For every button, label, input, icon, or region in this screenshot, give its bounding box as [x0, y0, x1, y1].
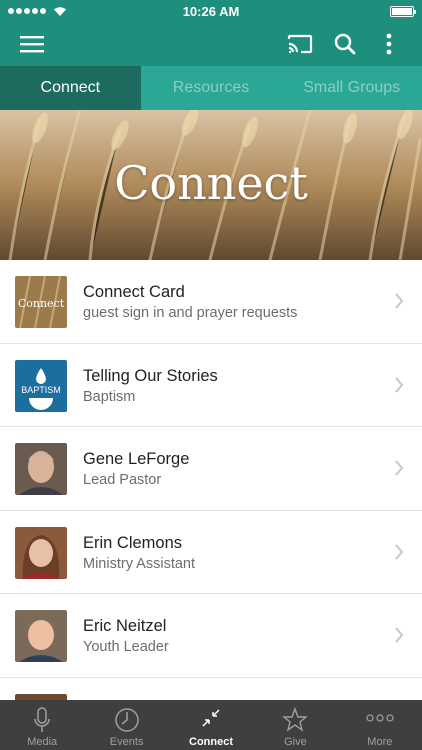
hamburger-menu-icon[interactable] [20, 22, 44, 66]
nav-label: Media [27, 736, 58, 748]
search-icon[interactable] [332, 22, 358, 66]
top-tabs: Connect Resources Small Groups [0, 66, 422, 110]
baptism-thumb: BAPTISM [15, 359, 67, 412]
more-dots-icon [366, 714, 394, 722]
list-item-title: Erin Clemons [83, 533, 183, 552]
chevron-right-icon [395, 376, 404, 393]
star-icon [282, 707, 309, 732]
list-item-telling-our-stories[interactable]: BAPTISM Telling Our Stories Baptism [0, 344, 422, 427]
bottom-nav: Media Events Connect Give More [0, 700, 422, 750]
connect-arrows-icon [202, 709, 220, 727]
tab-small-groups[interactable]: Small Groups [281, 66, 422, 110]
more-vertical-icon[interactable] [378, 22, 400, 66]
list-item-title: Connect Card [83, 283, 185, 301]
list-item-subtitle: Lead Pastor [83, 472, 162, 488]
list-item-partial[interactable] [0, 678, 422, 700]
signal-dots-icon [8, 6, 67, 17]
list-item-subtitle: Baptism [83, 388, 136, 405]
microphone-icon [34, 707, 50, 732]
app-bar [0, 22, 422, 66]
clock-icon [114, 708, 139, 732]
wifi-icon [54, 6, 66, 16]
svg-text:BAPTISM: BAPTISM [21, 385, 61, 395]
svg-text:Connect: Connect [18, 297, 65, 310]
connect-card-thumb: Connect [15, 276, 67, 328]
avatar [15, 610, 67, 662]
avatar [15, 443, 67, 495]
hero-banner: Connect [0, 110, 422, 260]
tab-resources[interactable]: Resources [141, 66, 282, 110]
list-item-erin-clemons[interactable]: Erin Clemons Ministry Assistant [0, 511, 422, 594]
chevron-right-icon [395, 460, 404, 476]
list-item-gene-leforge[interactable]: Gene LeForge Lead Pastor [0, 427, 422, 511]
list-item-title: Gene LeForge [83, 450, 190, 468]
status-bar: 10:26 AM [0, 0, 422, 22]
list-item-eric-neitzel[interactable]: Eric Neitzel Youth Leader [0, 594, 422, 678]
avatar [15, 526, 67, 579]
nav-more[interactable]: More [338, 700, 422, 750]
list-item-title: Telling Our Stories [83, 366, 218, 385]
page-title: Connect [114, 156, 308, 210]
nav-label: Connect [189, 736, 234, 748]
nav-label: Events [109, 736, 144, 748]
list-item-subtitle: guest sign in and prayer requests [83, 305, 298, 321]
cast-icon[interactable] [286, 22, 314, 66]
nav-label: More [367, 736, 393, 748]
list-item-subtitle: Youth Leader [83, 639, 169, 655]
tab-connect[interactable]: Connect [0, 66, 141, 110]
nav-media[interactable]: Media [0, 700, 84, 750]
chevron-right-icon [395, 543, 404, 560]
list-item-title: Eric Neitzel [83, 617, 167, 635]
connect-list: Connect Connect Card guest sign in and p… [0, 260, 422, 700]
chevron-right-icon [395, 293, 404, 309]
battery-icon [390, 5, 416, 17]
nav-label: Give [284, 736, 307, 748]
list-item-subtitle: Ministry Assistant [83, 555, 195, 572]
chevron-right-icon [395, 627, 404, 643]
nav-connect[interactable]: Connect [169, 700, 253, 750]
nav-give[interactable]: Give [253, 700, 337, 750]
nav-events[interactable]: Events [84, 700, 168, 750]
list-item-connect-card[interactable]: Connect Connect Card guest sign in and p… [0, 260, 422, 344]
